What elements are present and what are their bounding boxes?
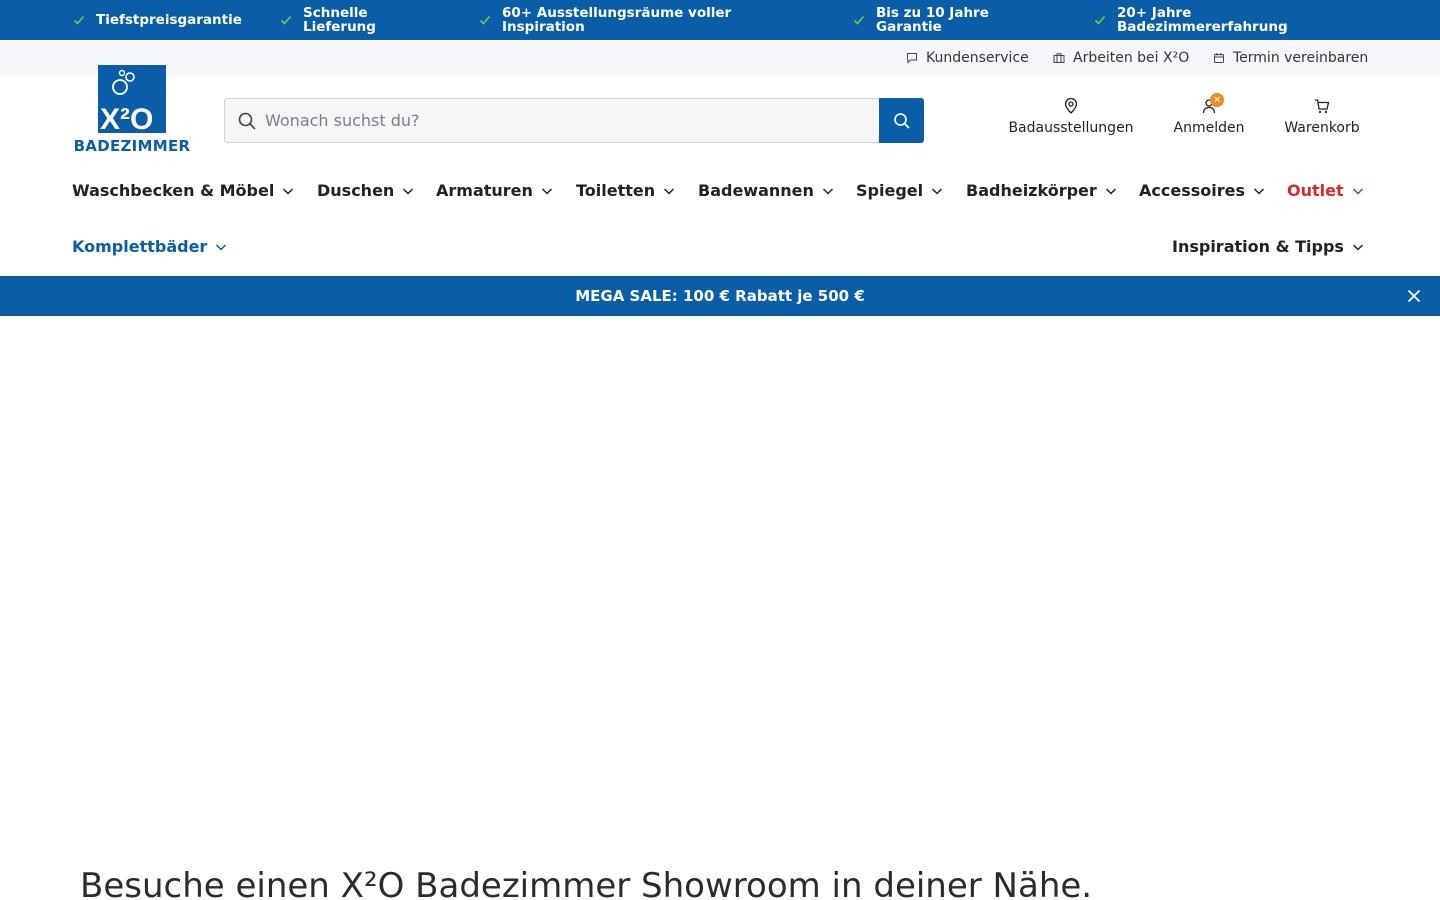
usp-item: Tiefstpreisgarantie <box>72 13 242 27</box>
check-icon <box>72 13 86 27</box>
search-button[interactable] <box>879 98 924 143</box>
chat-icon <box>907 53 917 64</box>
nav-label: Badheizkörper <box>966 181 1097 200</box>
nav-label: Waschbecken & Möbel <box>72 181 275 200</box>
logo-mark: X²O <box>98 65 166 136</box>
login-label: Anmelden <box>1173 120 1245 136</box>
nav-duschen[interactable]: Duschen <box>317 181 414 200</box>
check-icon <box>478 13 492 27</box>
search-input[interactable] <box>265 99 875 142</box>
nav-label: Outlet <box>1287 181 1344 200</box>
nav-komplettbaeder[interactable]: Komplettbäder <box>72 237 227 256</box>
login-badge: × <box>1210 93 1224 107</box>
search-icon <box>893 112 910 129</box>
showrooms-button[interactable]: Badausstellungen <box>1008 98 1134 142</box>
usp-item: Bis zu 10 Jahre Garantie <box>852 6 989 34</box>
service-link-label: Kundenservice <box>926 50 1029 66</box>
nav-label: Inspiration & Tipps <box>1172 237 1344 256</box>
usp-label: Tiefstpreisgarantie <box>96 12 242 28</box>
appointment-link[interactable]: Termin vereinbaren <box>1213 40 1368 76</box>
chevron-down-icon <box>1352 187 1363 195</box>
cart-button[interactable]: Warenkorb <box>1283 98 1361 142</box>
service-link-label: Termin vereinbaren <box>1233 50 1369 66</box>
chevron-down-icon <box>1105 187 1116 195</box>
usp-label-line2: Lieferung <box>303 19 376 35</box>
check-icon <box>1093 13 1107 27</box>
logo[interactable]: X²O BADEZIMMER <box>72 65 192 155</box>
usp-bar: Tiefstpreisgarantie Schnelle Lieferung 60… <box>0 0 1440 40</box>
check-icon <box>279 13 293 27</box>
chevron-down-icon <box>1352 243 1363 251</box>
cart-icon <box>1315 99 1330 114</box>
chevron-down-icon <box>664 187 675 195</box>
nav-label: Badewannen <box>698 181 814 200</box>
close-icon[interactable] <box>1406 288 1422 304</box>
chevron-down-icon <box>403 187 414 195</box>
nav-label: Komplettbäder <box>72 237 208 256</box>
chevron-down-icon <box>541 187 552 195</box>
service-link-label: Arbeiten bei X²O <box>1073 50 1190 66</box>
nav-toiletten[interactable]: Toiletten <box>576 181 675 200</box>
service-bar: Kundenservice Arbeiten bei X²O Termin ve… <box>0 40 1440 76</box>
chevron-down-icon <box>822 187 833 195</box>
chevron-down-icon <box>932 187 943 195</box>
nav-spiegel[interactable]: Spiegel <box>856 181 943 200</box>
kundenservice-link[interactable]: Kundenservice <box>906 40 1029 76</box>
check-icon <box>852 13 866 27</box>
usp-label-line2: Garantie <box>876 19 942 35</box>
page-title: Besuche einen X²O Badezimmer Showroom in… <box>80 866 1093 900</box>
logo-bubbles: X²O <box>100 69 153 136</box>
chevron-down-icon <box>216 243 227 251</box>
location-pin-icon <box>1064 98 1078 114</box>
hero-area <box>0 316 1440 856</box>
nav-label: Duschen <box>317 181 395 200</box>
nav-label: Armaturen <box>436 181 533 200</box>
nav-accessoires[interactable]: Accessoires <box>1139 181 1265 200</box>
nav-badheizkoerper[interactable]: Badheizkörper <box>966 181 1117 200</box>
search-icon <box>238 112 256 130</box>
logo-wordmark: BADEZIMMER <box>73 137 191 155</box>
chevron-down-icon <box>1253 187 1265 195</box>
nav-armaturen[interactable]: Armaturen <box>436 181 553 200</box>
nav-waschbecken-moebel[interactable]: Waschbecken & Möbel <box>72 181 294 200</box>
promo-banner[interactable]: MEGA SALE: 100 € Rabatt je 500 € <box>0 276 1440 316</box>
nav-label: Spiegel <box>856 181 924 200</box>
usp-item: 60+ Ausstellungsräume voller Inspiration <box>478 6 731 34</box>
usp-label-line2: Badezimmererfahrung <box>1117 19 1288 35</box>
usp-item: Schnelle Lieferung <box>279 6 376 34</box>
showrooms-label: Badausstellungen <box>1008 120 1134 136</box>
chevron-down-icon <box>283 187 294 195</box>
logo-mark-text: X²O <box>100 103 153 133</box>
calendar-icon <box>1214 53 1224 63</box>
nav-outlet[interactable]: Outlet <box>1287 181 1364 200</box>
nav-label: Toiletten <box>576 181 656 200</box>
login-button[interactable]: Anmelden × <box>1170 93 1248 142</box>
promo-text: MEGA SALE: 100 € Rabatt je 500 € <box>575 287 865 305</box>
nav-inspiration-tipps[interactable]: Inspiration & Tipps <box>1172 237 1364 256</box>
usp-label-line2: Inspiration <box>502 19 585 35</box>
jobs-link[interactable]: Arbeiten bei X²O <box>1053 40 1189 76</box>
nav-label: Accessoires <box>1139 181 1245 200</box>
cart-label: Warenkorb <box>1284 120 1360 136</box>
briefcase-icon <box>1053 53 1065 63</box>
search-bar <box>224 98 924 143</box>
nav-badewannen[interactable]: Badewannen <box>698 181 834 200</box>
usp-item: 20+ Jahre Badezimmererfahrung <box>1093 6 1288 34</box>
